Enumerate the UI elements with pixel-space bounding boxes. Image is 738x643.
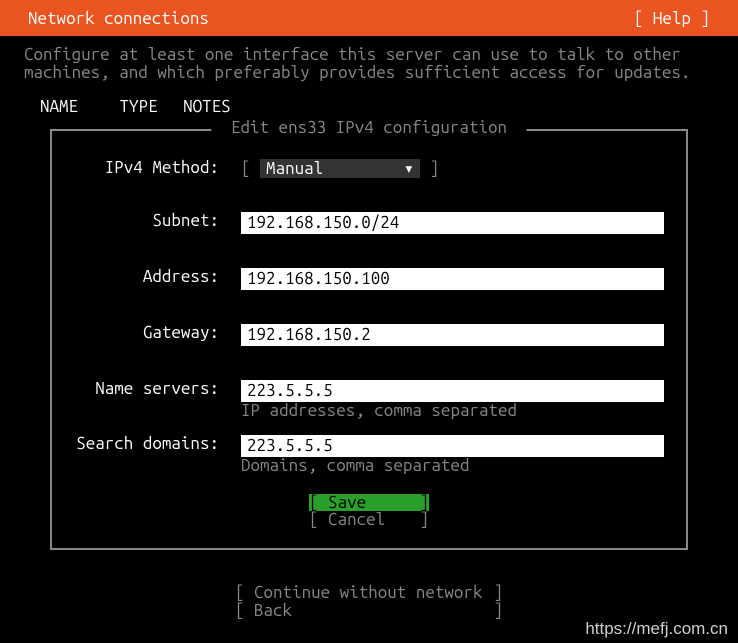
ipv4-method-select[interactable]: [ Manual▾ ] [241, 159, 439, 178]
window-title: Network connections [28, 10, 209, 27]
column-type: TYPE [120, 98, 174, 115]
ipv4-config-panel: Edit ens33 IPv4 configuration IPv4 Metho… [50, 129, 688, 550]
ipv4-method-value: Manual [266, 159, 323, 178]
nameservers-input[interactable] [241, 380, 664, 402]
address-input[interactable] [241, 268, 664, 290]
help-button[interactable]: [ Help ] [634, 10, 710, 27]
column-name: NAME [40, 98, 110, 115]
cancel-button[interactable]: [ Cancel] [309, 511, 429, 528]
searchdomains-input[interactable] [241, 435, 664, 457]
continue-without-network-button[interactable]: [ Continue without network ] [235, 583, 503, 602]
searchdomains-label: Search domains: [74, 435, 219, 452]
gateway-label: Gateway: [74, 324, 219, 341]
ipv4-method-label: IPv4 Method: [74, 159, 219, 176]
gateway-input[interactable] [241, 324, 664, 346]
chevron-down-icon: ▾ [404, 160, 414, 177]
footer-actions: [ Continue without network ] [ Back ] [0, 584, 738, 621]
panel-title: Edit ens33 IPv4 configuration [211, 119, 526, 136]
watermark: https://mefj.com.cn [585, 620, 728, 637]
nameservers-hint: IP addresses, comma separated [241, 402, 664, 419]
address-label: Address: [74, 268, 219, 285]
back-button[interactable]: [ Back ] [235, 601, 503, 620]
subnet-label: Subnet: [74, 212, 219, 229]
title-bar: Network connections [ Help ] [0, 0, 738, 36]
searchdomains-hint: Domains, comma separated [241, 457, 664, 474]
nameservers-label: Name servers: [74, 380, 219, 397]
column-notes: NOTES [183, 98, 231, 115]
column-headers: NAME TYPE NOTES [0, 82, 738, 115]
save-button[interactable]: [ Save] [309, 494, 429, 511]
page-description: Configure at least one interface this se… [0, 36, 738, 82]
subnet-input[interactable] [241, 212, 664, 234]
